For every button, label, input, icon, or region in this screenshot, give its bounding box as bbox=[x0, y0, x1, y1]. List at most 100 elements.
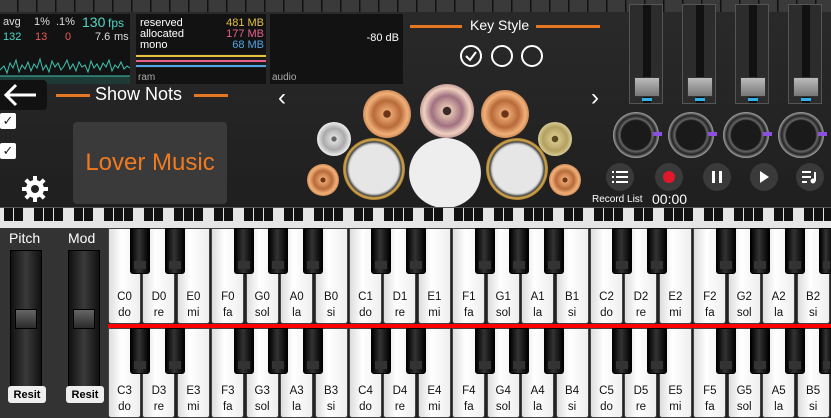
mini-black-key[interactable] bbox=[144, 208, 153, 221]
upper-black-key[interactable] bbox=[715, 228, 736, 274]
mini-black-key[interactable] bbox=[54, 208, 63, 221]
mini-black-key[interactable] bbox=[124, 208, 133, 221]
mini-black-key[interactable] bbox=[284, 208, 293, 221]
mini-black-key[interactable] bbox=[44, 208, 53, 221]
mini-black-key[interactable] bbox=[574, 208, 583, 221]
cymbal-left[interactable] bbox=[363, 90, 411, 138]
lower-black-key[interactable] bbox=[474, 328, 495, 374]
mini-black-key[interactable] bbox=[714, 208, 723, 221]
mini-black-key[interactable] bbox=[614, 208, 623, 221]
upper-black-key[interactable] bbox=[371, 228, 392, 274]
mini-black-key[interactable] bbox=[184, 208, 193, 221]
mini-black-key[interactable] bbox=[214, 208, 223, 221]
hihat-cymbal[interactable] bbox=[317, 122, 351, 156]
mini-black-key[interactable] bbox=[434, 208, 443, 221]
upper-black-key[interactable] bbox=[233, 228, 254, 274]
knob-3[interactable] bbox=[723, 112, 772, 158]
mini-black-key[interactable] bbox=[294, 208, 303, 221]
fader-2[interactable] bbox=[682, 4, 716, 104]
mini-black-key[interactable] bbox=[464, 208, 473, 221]
upper-black-key[interactable] bbox=[474, 228, 495, 274]
upper-black-key[interactable] bbox=[612, 228, 633, 274]
next-kit-button[interactable]: › bbox=[591, 84, 599, 112]
knob-1[interactable] bbox=[613, 112, 662, 158]
lower-black-key[interactable] bbox=[371, 328, 392, 374]
mini-black-key[interactable] bbox=[454, 208, 463, 221]
mini-black-key[interactable] bbox=[734, 208, 743, 221]
lower-black-key[interactable] bbox=[164, 328, 185, 374]
mini-black-key[interactable] bbox=[424, 208, 433, 221]
mini-black-key[interactable] bbox=[594, 208, 603, 221]
upper-black-key[interactable] bbox=[750, 228, 771, 274]
upper-black-key[interactable] bbox=[784, 228, 805, 274]
mini-black-key[interactable] bbox=[754, 208, 763, 221]
lower-black-key[interactable] bbox=[268, 328, 289, 374]
mod-wheel-handle[interactable] bbox=[73, 309, 95, 329]
pitch-wheel-handle[interactable] bbox=[15, 309, 37, 329]
mini-black-key[interactable] bbox=[254, 208, 263, 221]
mini-black-key[interactable] bbox=[604, 208, 613, 221]
lower-black-key[interactable] bbox=[784, 328, 805, 374]
lower-black-key[interactable] bbox=[819, 328, 831, 374]
mini-black-key[interactable] bbox=[324, 208, 333, 221]
mini-black-key[interactable] bbox=[774, 208, 783, 221]
bass-drum[interactable] bbox=[409, 138, 481, 208]
checkbox-1[interactable]: ✓ bbox=[0, 113, 16, 129]
mini-black-key[interactable] bbox=[314, 208, 323, 221]
mod-reset-button[interactable]: Resit bbox=[66, 386, 104, 403]
upper-black-key[interactable] bbox=[302, 228, 323, 274]
knob-2[interactable] bbox=[668, 112, 717, 158]
song-title-box[interactable]: Lover Music bbox=[73, 122, 227, 204]
upper-black-key[interactable] bbox=[164, 228, 185, 274]
mini-black-key[interactable] bbox=[194, 208, 203, 221]
mini-black-key[interactable] bbox=[174, 208, 183, 221]
mini-black-key[interactable] bbox=[394, 208, 403, 221]
upper-black-key[interactable] bbox=[819, 228, 831, 274]
mini-black-key[interactable] bbox=[334, 208, 343, 221]
checkbox-2[interactable]: ✓ bbox=[0, 143, 16, 159]
mini-black-key[interactable] bbox=[824, 208, 831, 221]
mini-black-key[interactable] bbox=[354, 208, 363, 221]
cymbal-center[interactable] bbox=[420, 84, 474, 138]
mini-black-key[interactable] bbox=[84, 208, 93, 221]
key-style-option-3[interactable] bbox=[521, 45, 543, 67]
mini-black-key[interactable] bbox=[674, 208, 683, 221]
mini-black-key[interactable] bbox=[114, 208, 123, 221]
upper-black-key[interactable] bbox=[509, 228, 530, 274]
tom-left[interactable] bbox=[343, 138, 405, 200]
mini-black-key[interactable] bbox=[224, 208, 233, 221]
lower-black-key[interactable] bbox=[750, 328, 771, 374]
record-button[interactable] bbox=[655, 163, 683, 191]
small-cymbal-left[interactable] bbox=[307, 164, 339, 196]
upper-black-key[interactable] bbox=[130, 228, 151, 274]
mini-black-key[interactable] bbox=[264, 208, 273, 221]
mini-black-key[interactable] bbox=[4, 208, 13, 221]
mini-black-key[interactable] bbox=[634, 208, 643, 221]
splash-cymbal[interactable] bbox=[538, 122, 572, 156]
lower-black-key[interactable] bbox=[130, 328, 151, 374]
mod-wheel[interactable] bbox=[68, 250, 100, 390]
lower-black-key[interactable] bbox=[612, 328, 633, 374]
fader-4[interactable] bbox=[788, 4, 822, 104]
back-button[interactable] bbox=[0, 80, 47, 110]
mini-black-key[interactable] bbox=[494, 208, 503, 221]
mini-black-key[interactable] bbox=[564, 208, 573, 221]
cymbal-right[interactable] bbox=[481, 90, 529, 138]
mini-black-key[interactable] bbox=[534, 208, 543, 221]
fader-1[interactable] bbox=[629, 4, 663, 104]
lower-black-key[interactable] bbox=[233, 328, 254, 374]
mini-black-key[interactable] bbox=[34, 208, 43, 221]
gear-icon[interactable] bbox=[20, 174, 50, 204]
mini-black-key[interactable] bbox=[14, 208, 23, 221]
key-style-option-2[interactable] bbox=[491, 45, 513, 67]
pause-button[interactable] bbox=[703, 163, 731, 191]
knob-4[interactable] bbox=[778, 112, 827, 158]
playlist-button[interactable] bbox=[796, 163, 824, 191]
mini-black-key[interactable] bbox=[384, 208, 393, 221]
mini-black-key[interactable] bbox=[524, 208, 533, 221]
pitch-wheel[interactable] bbox=[10, 250, 42, 390]
lower-black-key[interactable] bbox=[509, 328, 530, 374]
upper-black-key[interactable] bbox=[405, 228, 426, 274]
mini-black-key[interactable] bbox=[154, 208, 163, 221]
upper-black-key[interactable] bbox=[646, 228, 667, 274]
